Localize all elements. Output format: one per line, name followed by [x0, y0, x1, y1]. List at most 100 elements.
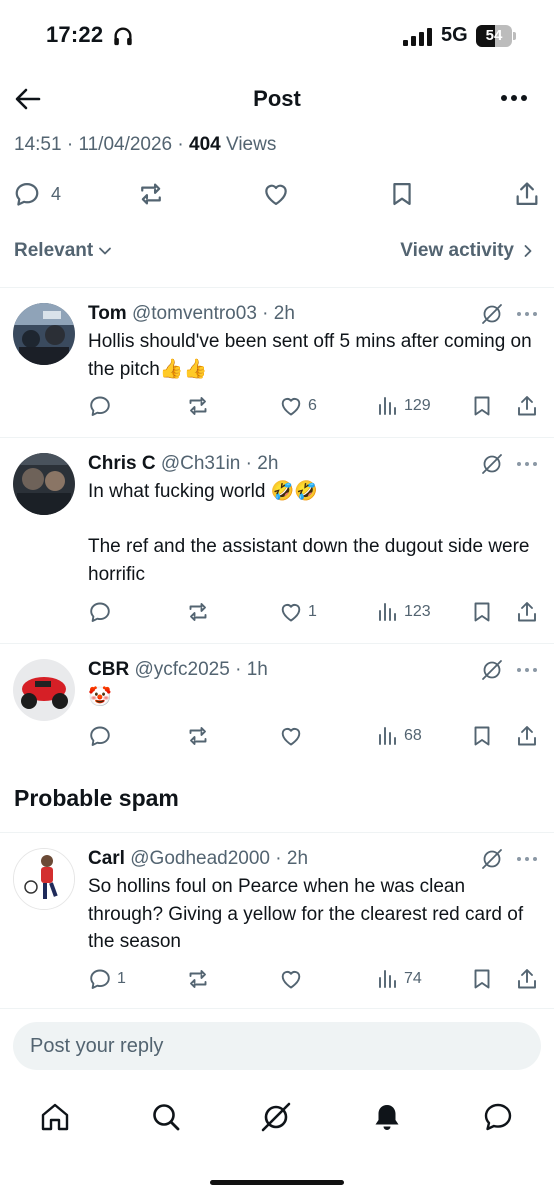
battery-indicator: 54 — [476, 25, 516, 47]
post-like-button[interactable] — [262, 176, 290, 212]
grok-icon[interactable] — [480, 452, 504, 476]
reply-icon — [90, 726, 110, 746]
chevron-right-icon — [524, 245, 532, 257]
reply-actions: 1 123 — [0, 597, 554, 627]
reply-button[interactable]: 1 — [88, 964, 126, 994]
more-horizontal-icon[interactable] — [514, 847, 540, 871]
battery-level: 54 — [485, 27, 503, 44]
share-button[interactable] — [515, 964, 539, 994]
heart-icon — [281, 398, 301, 416]
nav-notifications[interactable] — [370, 1100, 404, 1134]
repost-icon — [189, 970, 207, 988]
reply-handle[interactable]: @Godhead2000 — [130, 848, 270, 869]
reply-item[interactable]: Chris C @Ch31in · 2h In what fucking wor… — [0, 450, 554, 640]
status-bar: 17:22 5G 54 — [0, 0, 554, 72]
avatar[interactable] — [13, 453, 75, 515]
post-views-count: 404 — [189, 134, 221, 155]
share-icon — [518, 726, 536, 746]
views-button[interactable]: 68 — [375, 721, 422, 751]
reply-button[interactable] — [88, 721, 117, 751]
like-button[interactable]: 1 — [279, 597, 317, 627]
divider — [0, 643, 554, 644]
reply-text: Hollis should've been sent off 5 mins af… — [88, 331, 537, 380]
repost-button[interactable] — [186, 597, 210, 627]
grok-icon[interactable] — [480, 847, 504, 871]
more-horizontal-icon[interactable] — [514, 302, 540, 326]
post-date: 11/04/2026 — [78, 134, 173, 155]
views-button[interactable]: 123 — [375, 597, 431, 627]
like-button[interactable] — [279, 964, 308, 994]
reply-handle[interactable]: @Ch31in — [161, 453, 241, 474]
bookmark-button[interactable] — [470, 391, 494, 421]
bookmark-button[interactable] — [470, 964, 494, 994]
analytics-bars-icon — [379, 727, 396, 745]
post-reply-button[interactable]: 4 — [13, 176, 61, 212]
reply-handle[interactable]: @tomventro03 — [132, 303, 257, 324]
bookmark-button[interactable] — [470, 721, 494, 751]
post-views-label: Views — [226, 134, 277, 155]
repost-icon — [141, 183, 161, 205]
share-icon — [518, 396, 536, 416]
like-button[interactable]: 6 — [279, 391, 317, 421]
reply-button[interactable] — [88, 597, 117, 627]
reply-author[interactable]: Carl — [88, 848, 125, 869]
reply-actions: 1 74 — [0, 964, 554, 994]
probable-spam-heading: Probable spam — [14, 785, 179, 811]
reply-age: 2h — [273, 303, 295, 324]
post-bookmark-button[interactable] — [388, 176, 416, 212]
view-count: 68 — [404, 727, 422, 744]
nav-messages[interactable] — [481, 1100, 515, 1134]
nav-home[interactable] — [38, 1100, 72, 1134]
reply-icon — [90, 396, 110, 416]
repost-button[interactable] — [186, 391, 210, 421]
divider — [0, 1008, 554, 1009]
status-time: 17:22 — [46, 22, 104, 47]
reply-item[interactable]: Tom @tomventro03 · 2h Hollis should've b… — [0, 300, 554, 436]
post-reply-count: 4 — [51, 183, 62, 204]
share-button[interactable] — [515, 597, 539, 627]
like-button[interactable] — [279, 721, 308, 751]
repost-icon — [189, 727, 207, 745]
reply-handle[interactable]: @ycfc2025 — [134, 659, 229, 680]
grok-icon[interactable] — [480, 658, 504, 682]
bookmark-button[interactable] — [470, 597, 494, 627]
reply-text: 🤡 — [88, 687, 112, 708]
avatar[interactable] — [13, 303, 75, 365]
more-horizontal-icon[interactable] — [498, 84, 530, 112]
repost-button[interactable] — [186, 721, 210, 751]
post-share-button[interactable] — [513, 176, 541, 212]
reply-button[interactable] — [88, 391, 117, 421]
reply-header: Chris C @Ch31in · 2h — [88, 453, 279, 474]
reply-item[interactable]: Carl @Godhead2000 · 2h So hollins foul o… — [0, 845, 554, 1005]
reply-input[interactable]: Post your reply — [13, 1022, 541, 1070]
share-button[interactable] — [515, 391, 539, 421]
sort-relevant-dropdown[interactable]: Relevant — [14, 240, 113, 262]
reply-item[interactable]: CBR @ycfc2025 · 1h 🤡 68 — [0, 656, 554, 756]
like-count: 1 — [308, 603, 317, 620]
more-horizontal-icon[interactable] — [514, 658, 540, 682]
more-horizontal-icon[interactable] — [514, 452, 540, 476]
headphones-icon — [114, 27, 132, 46]
repost-button[interactable] — [186, 964, 210, 994]
nav-grok[interactable] — [259, 1100, 293, 1134]
post-repost-button[interactable] — [137, 176, 165, 212]
nav-search[interactable] — [149, 1100, 183, 1134]
divider — [0, 287, 554, 288]
views-button[interactable]: 129 — [375, 391, 431, 421]
reply-author[interactable]: CBR — [88, 659, 129, 680]
analytics-bars-icon — [379, 603, 396, 621]
reply-author[interactable]: Chris C — [88, 453, 156, 474]
avatar[interactable] — [13, 848, 75, 910]
reply-author[interactable]: Tom — [88, 303, 127, 324]
share-button[interactable] — [515, 721, 539, 751]
grok-icon[interactable] — [480, 302, 504, 326]
sort-label: Relevant — [14, 240, 94, 261]
repost-icon — [189, 603, 207, 621]
view-activity-link[interactable]: View activity — [400, 240, 536, 262]
views-button[interactable]: 74 — [375, 964, 422, 994]
share-icon — [518, 969, 536, 989]
avatar[interactable] — [13, 659, 75, 721]
reply-actions: 6 129 — [0, 391, 554, 421]
reply-header: Carl @Godhead2000 · 2h — [88, 848, 309, 869]
reply-icon — [90, 602, 110, 622]
